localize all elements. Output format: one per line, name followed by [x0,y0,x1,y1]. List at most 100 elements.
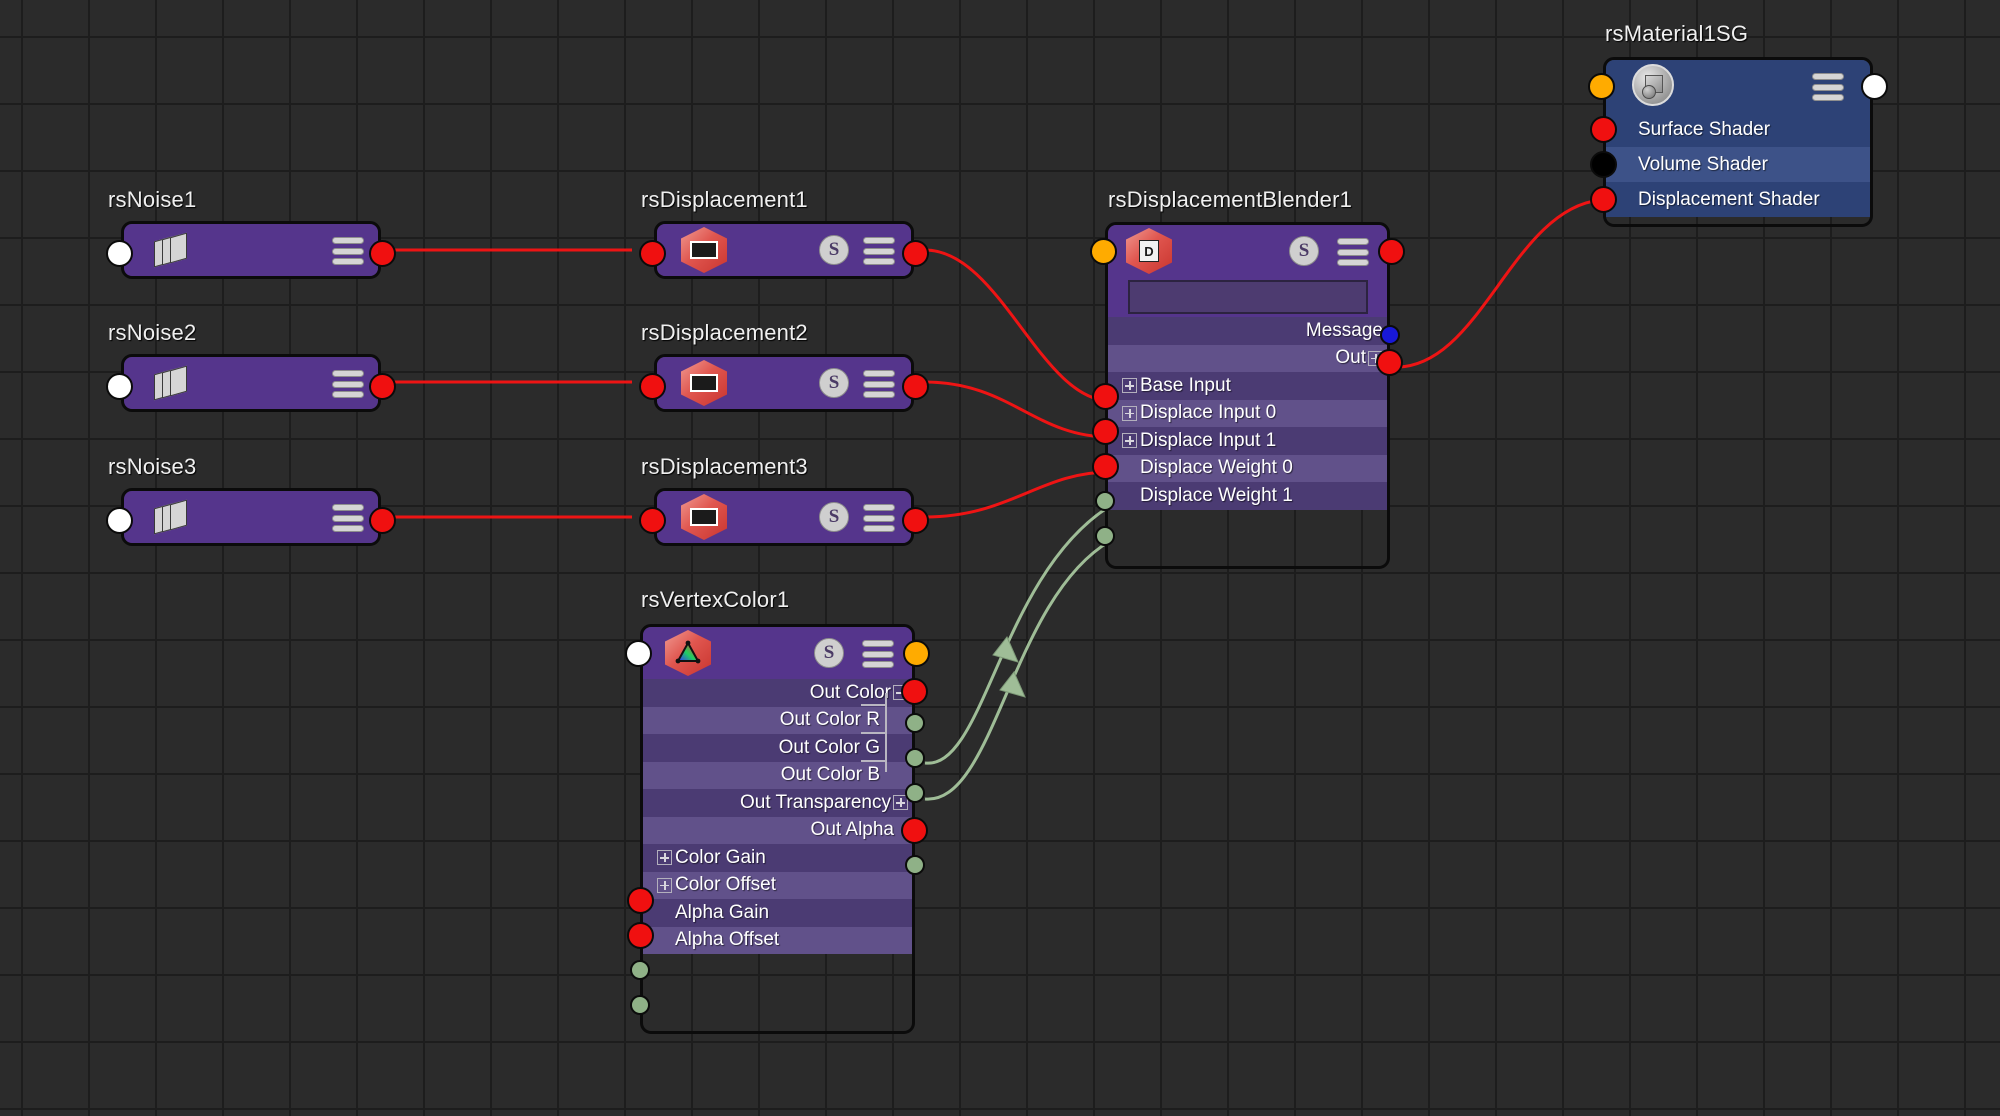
plug-color-offset[interactable] [627,922,654,949]
plug-out-transparency[interactable] [901,817,928,844]
plug-output-rsNoise3[interactable] [369,507,396,534]
plug-output-rsDisplacement1[interactable] [902,240,929,267]
plug-color-gain[interactable] [627,887,654,914]
row-out-color[interactable]: Out Color [643,679,912,707]
node-rsNoise2[interactable] [106,354,396,412]
hamburger-menu-icon[interactable] [863,504,895,532]
plug-message[interactable] [1380,325,1400,345]
row-displace-weight-1[interactable]: Displace Weight 1 [1108,482,1387,510]
plug-alpha-offset[interactable] [630,995,650,1015]
s-badge[interactable]: S [814,638,844,668]
s-badge[interactable]: S [1289,236,1319,266]
row-color-gain[interactable]: Color Gain [643,844,912,872]
s-badge[interactable]: S [819,235,849,265]
plug-node-input-rsVertexColor1[interactable] [625,640,652,667]
plug-input-rsDisplacement1[interactable] [639,240,666,267]
row-out-color-r[interactable]: Out Color R [643,706,912,734]
row-label: Alpha Gain [675,901,770,923]
plug-input-rsNoise2[interactable] [106,373,133,400]
plug-displace-input-0[interactable] [1092,418,1119,445]
plug-out-color-b[interactable] [905,783,925,803]
row-base-input[interactable]: Base Input [1108,372,1387,400]
blender-name-field[interactable] [1128,280,1368,314]
plug-output-rsNoise2[interactable] [369,373,396,400]
node-rsDisplacement2[interactable]: S [639,354,929,412]
plug-input-rsDisplacement3[interactable] [639,507,666,534]
plug-input-rsNoise3[interactable] [106,507,133,534]
plug-out-color-r[interactable] [905,713,925,733]
plug-out-color-g[interactable] [905,748,925,768]
row-out[interactable]: Out [1108,344,1387,372]
node-rsDisplacement3[interactable]: S [639,488,929,546]
node-rsMaterial1SG[interactable]: Surface Shader Volume Shader Displacemen… [1588,57,1888,227]
hamburger-menu-icon[interactable] [863,237,895,265]
plug-output-rsDisplacement2[interactable] [902,373,929,400]
hamburger-menu-icon[interactable] [332,237,364,265]
node-rsDisplacement1[interactable]: S [639,221,929,279]
plug-node-output-rsVertexColor1[interactable] [903,640,930,667]
color-triangle-icon [675,640,701,664]
expander-plus-icon[interactable] [1122,433,1137,449]
hamburger-menu-icon[interactable] [332,504,364,532]
hamburger-menu-icon[interactable] [1812,73,1844,101]
row-color-offset[interactable]: Color Offset [643,871,912,899]
plug-output-rsNoise1[interactable] [369,240,396,267]
row-out-color-g[interactable]: Out Color G [643,734,912,762]
plug-node-input-rsMaterial1SG[interactable] [1588,73,1615,100]
row-alpha-gain[interactable]: Alpha Gain [643,899,912,927]
expander-plus-icon[interactable] [657,850,672,866]
plug-node-output-rsDisplacementBlender1[interactable] [1378,238,1405,265]
row-out-color-b[interactable]: Out Color B [643,761,912,789]
node-rsNoise3[interactable] [106,488,396,546]
node-header-rsDisplacement2: S [657,357,911,409]
row-label: Surface Shader [1638,118,1771,140]
row-displace-input-1[interactable]: Displace Input 1 [1108,427,1387,455]
plug-displace-input-1[interactable] [1092,453,1119,480]
node-title-rsNoise3: rsNoise3 [108,454,197,479]
plug-alpha-gain[interactable] [630,960,650,980]
row-message[interactable]: Message [1108,317,1387,345]
plug-out-color[interactable] [901,678,928,705]
wire-arrow-weight-1 [999,671,1026,698]
hamburger-menu-icon[interactable] [862,640,894,668]
s-badge[interactable]: S [819,502,849,532]
row-label: Volume Shader [1638,153,1768,175]
node-rsDisplacementBlender1[interactable]: D S Message Out Base Input Displace Inpu… [1090,222,1405,569]
plug-output-rsDisplacement3[interactable] [902,507,929,534]
row-out-alpha[interactable]: Out Alpha [643,816,912,844]
plug-node-output-rsMaterial1SG[interactable] [1861,73,1888,100]
row-volume-shader[interactable]: Volume Shader [1606,147,1870,182]
row-label: Base Input [1140,374,1231,396]
node-rsVertexColor1[interactable]: S Out Color Out Color R Out Color G Out … [625,624,930,1034]
plug-surface-shader[interactable] [1590,116,1617,143]
row-out-transparency[interactable]: Out Transparency [643,789,912,817]
plug-base-input[interactable] [1092,383,1119,410]
expander-plus-icon[interactable] [657,877,672,893]
row-surface-shader[interactable]: Surface Shader [1606,112,1870,147]
plug-volume-shader[interactable] [1590,151,1617,178]
node-rsNoise1[interactable] [106,221,396,279]
hamburger-menu-icon[interactable] [332,370,364,398]
node-header-rsDisplacementBlender1: D S [1108,225,1387,277]
s-badge[interactable]: S [819,368,849,398]
plug-node-input-rsDisplacementBlender1[interactable] [1090,238,1117,265]
row-alpha-offset[interactable]: Alpha Offset [643,926,912,954]
expander-plus-icon[interactable] [1122,378,1137,394]
plug-out[interactable] [1376,349,1403,376]
hamburger-menu-icon[interactable] [1337,238,1369,266]
plug-displace-weight-1[interactable] [1095,526,1115,546]
row-displace-input-0[interactable]: Displace Input 0 [1108,399,1387,427]
plug-displace-weight-0[interactable] [1095,491,1115,511]
displacement-hex-icon [681,494,727,540]
node-header-rsNoise3 [124,491,378,543]
plug-input-rsDisplacement2[interactable] [639,373,666,400]
node-header-rsDisplacement3: S [657,491,911,543]
expander-plus-icon[interactable] [1122,405,1137,421]
plug-out-alpha[interactable] [905,855,925,875]
plug-displacement-shader[interactable] [1590,186,1617,213]
row-displace-weight-0[interactable]: Displace Weight 0 [1108,454,1387,482]
node-graph-canvas[interactable]: rsNoise1 rsNoise2 rsNoise3 rsDisplacemen… [0,0,2000,1116]
plug-input-rsNoise1[interactable] [106,240,133,267]
row-displacement-shader[interactable]: Displacement Shader [1606,182,1870,217]
hamburger-menu-icon[interactable] [863,370,895,398]
